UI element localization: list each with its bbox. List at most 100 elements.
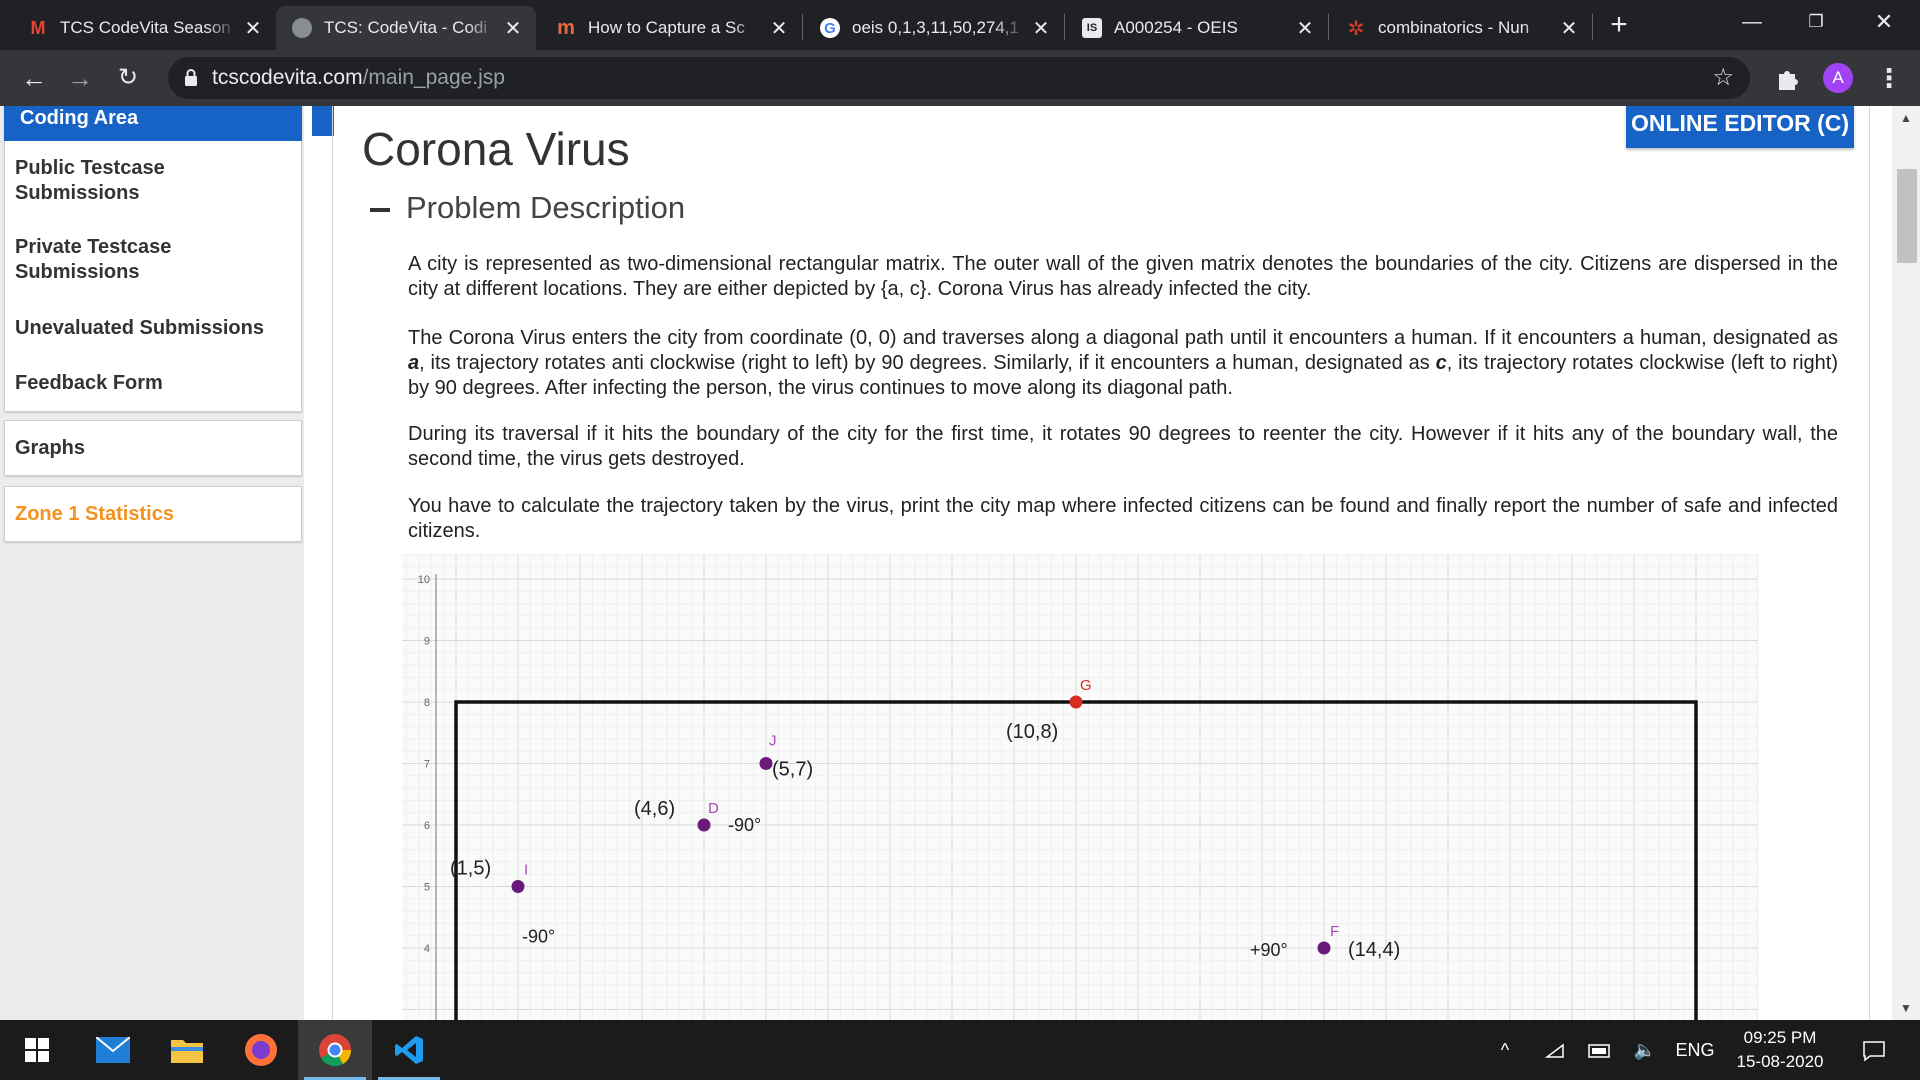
- tab-google-oeis[interactable]: G oeis 0,1,3,11,50,274,1 ✕: [804, 6, 1064, 50]
- address-bar[interactable]: tcscodevita.com/main_page.jsp ☆: [168, 57, 1750, 99]
- tab-title: TCS: CodeVita - Codi: [324, 18, 488, 37]
- windows-start-icon[interactable]: [0, 1020, 74, 1080]
- p2-text-c: , its trajectory rotates anti clockwise …: [419, 352, 1436, 374]
- url-domain: tcscodevita.com: [212, 66, 363, 89]
- tab-oeis-a000254[interactable]: IS A000254 - OEIS ✕: [1066, 6, 1328, 50]
- chrome-icon[interactable]: [298, 1020, 372, 1080]
- sidebar-item-zone-statistics[interactable]: Zone 1 Statistics: [15, 502, 285, 527]
- y-tick-label-5: 5: [424, 882, 430, 894]
- scroll-thumb[interactable]: [1897, 169, 1917, 263]
- point-note-F: +90°: [1250, 940, 1288, 960]
- extensions-puzzle-icon[interactable]: [1775, 66, 1801, 92]
- tab-separator: [802, 14, 803, 40]
- close-tab-icon[interactable]: ✕: [1296, 16, 1314, 41]
- p2-symbol-c: c: [1435, 352, 1447, 374]
- y-tick-label-4: 4: [424, 943, 430, 955]
- mail-icon[interactable]: [76, 1020, 150, 1080]
- point-label-I: (1,5): [450, 858, 491, 880]
- tab-codevita-coding[interactable]: TCS: CodeVita - Codi ✕: [276, 6, 536, 50]
- url-text[interactable]: tcscodevita.com/main_page.jsp: [212, 57, 505, 99]
- clock-time: 09:25 PM: [1743, 1028, 1817, 1047]
- battery-icon[interactable]: [1585, 1020, 1615, 1080]
- scroll-down-arrow-icon[interactable]: ▼: [1892, 996, 1920, 1020]
- point-label-G: (10,8): [1006, 721, 1058, 743]
- close-tab-icon[interactable]: ✕: [770, 16, 788, 41]
- sidebar-item-private-testcase[interactable]: Private Testcase Submissions: [15, 235, 285, 285]
- scroll-up-arrow-icon[interactable]: ▲: [1892, 106, 1920, 130]
- y-tick-label-6: 6: [424, 820, 430, 832]
- close-tab-icon[interactable]: ✕: [1032, 16, 1050, 41]
- browser-tab-strip: M TCS CodeVita Season ✕ TCS: CodeVita - …: [0, 0, 1920, 50]
- clock-date: 15-08-2020: [1736, 1052, 1824, 1071]
- tab-separator: [1592, 14, 1593, 40]
- page-title: Corona Virus: [362, 123, 630, 175]
- tab-separator: [1328, 14, 1329, 40]
- close-tab-icon[interactable]: ✕: [1560, 16, 1578, 41]
- tab-title: TCS CodeVita Season: [60, 18, 231, 37]
- new-tab-icon[interactable]: +: [1602, 8, 1636, 42]
- online-editor-button[interactable]: ONLINE EDITOR (C): [1626, 106, 1854, 148]
- point-label-J: (5,7): [772, 759, 813, 781]
- point-id-D: D: [708, 800, 719, 817]
- wifi-icon[interactable]: [1540, 1020, 1570, 1080]
- lock-icon[interactable]: [184, 69, 198, 87]
- point-F: [1317, 941, 1331, 955]
- volume-icon[interactable]: 🔈: [1630, 1020, 1660, 1080]
- windows-taskbar: ^ 🔈 ENG 09:25 PM 15-08-2020: [0, 1020, 1920, 1080]
- browser-toolbar: ← → ↻ tcscodevita.com/main_page.jsp ☆ A …: [0, 50, 1920, 106]
- point-I: [511, 880, 525, 893]
- close-tab-icon[interactable]: ✕: [504, 16, 522, 41]
- point-id-J: J: [769, 733, 777, 750]
- content-accent-bar: [312, 106, 334, 136]
- y-tick-label-10: 10: [418, 574, 430, 586]
- collapse-minus-icon[interactable]: [370, 208, 390, 212]
- notification-center-icon[interactable]: [1854, 1020, 1894, 1080]
- tab-capture-screenshot[interactable]: m How to Capture a Sc ✕: [540, 6, 802, 50]
- kebab-menu-icon[interactable]: ⋮: [1874, 60, 1904, 96]
- sidebar-item-graphs[interactable]: Graphs: [15, 436, 285, 461]
- show-hidden-icons-icon[interactable]: ^: [1490, 1020, 1520, 1080]
- file-explorer-icon[interactable]: [150, 1020, 224, 1080]
- tab-title: combinatorics - Nun: [1378, 18, 1530, 37]
- mathse-icon: ✲: [1347, 17, 1365, 40]
- restore-icon[interactable]: ❐: [1788, 0, 1844, 44]
- point-id-F: F: [1330, 923, 1339, 940]
- oeis-icon: IS: [1082, 18, 1102, 38]
- point-J: [759, 757, 773, 770]
- language-indicator[interactable]: ENG: [1670, 1020, 1720, 1080]
- firefox-icon[interactable]: [224, 1020, 298, 1080]
- problem-paragraph-1: A city is represented as two-dimensional…: [408, 253, 1838, 300]
- sidebar: Coding Area Public Testcase Submissions …: [0, 106, 304, 1020]
- profile-avatar[interactable]: A: [1823, 63, 1853, 93]
- window-close-icon[interactable]: ✕: [1856, 0, 1912, 44]
- sidebar-item-coding-area[interactable]: Coding Area: [4, 106, 302, 141]
- reload-icon[interactable]: ↻: [110, 60, 146, 96]
- clock[interactable]: 09:25 PM 15-08-2020: [1722, 1026, 1838, 1074]
- bookmark-star-icon[interactable]: ☆: [1712, 57, 1734, 99]
- point-id-I: I: [524, 862, 528, 879]
- point-note-D: -90°: [728, 815, 761, 835]
- vertical-scrollbar[interactable]: ▲ ▼: [1892, 106, 1920, 1020]
- google-icon: G: [820, 18, 840, 38]
- problem-paragraph-3: During its traversal if it hits the boun…: [408, 423, 1838, 470]
- back-icon[interactable]: ←: [16, 60, 52, 96]
- minimize-icon[interactable]: —: [1724, 0, 1780, 44]
- p2-symbol-a: a: [408, 352, 420, 374]
- sidebar-item-feedback[interactable]: Feedback Form: [15, 371, 285, 396]
- point-label-F: (14,4): [1348, 939, 1400, 961]
- point-D: [697, 818, 711, 832]
- tab-combinatorics[interactable]: ✲ combinatorics - Nun ✕: [1330, 6, 1592, 50]
- sidebar-item-public-testcase[interactable]: Public Testcase Submissions: [15, 156, 285, 206]
- section-title: Problem Description: [406, 190, 686, 225]
- gmail-icon: M: [30, 17, 46, 38]
- vscode-icon[interactable]: [372, 1020, 446, 1080]
- tab-codevita-season[interactable]: M TCS CodeVita Season ✕: [12, 6, 276, 50]
- trajectory-chart: 10 9 8 7 6 5 4 G (10,8) J (5,7) D (4,6) -90° I (1,5) -90…: [402, 554, 1758, 1020]
- point-note-I: -90°: [522, 927, 555, 947]
- y-tick-label-9: 9: [424, 636, 430, 648]
- sidebar-item-unevaluated[interactable]: Unevaluated Submissions: [15, 316, 285, 341]
- forward-icon[interactable]: →: [62, 60, 98, 96]
- point-G: [1069, 695, 1083, 709]
- close-tab-icon[interactable]: ✕: [244, 16, 262, 41]
- y-tick-label-8: 8: [424, 697, 430, 709]
